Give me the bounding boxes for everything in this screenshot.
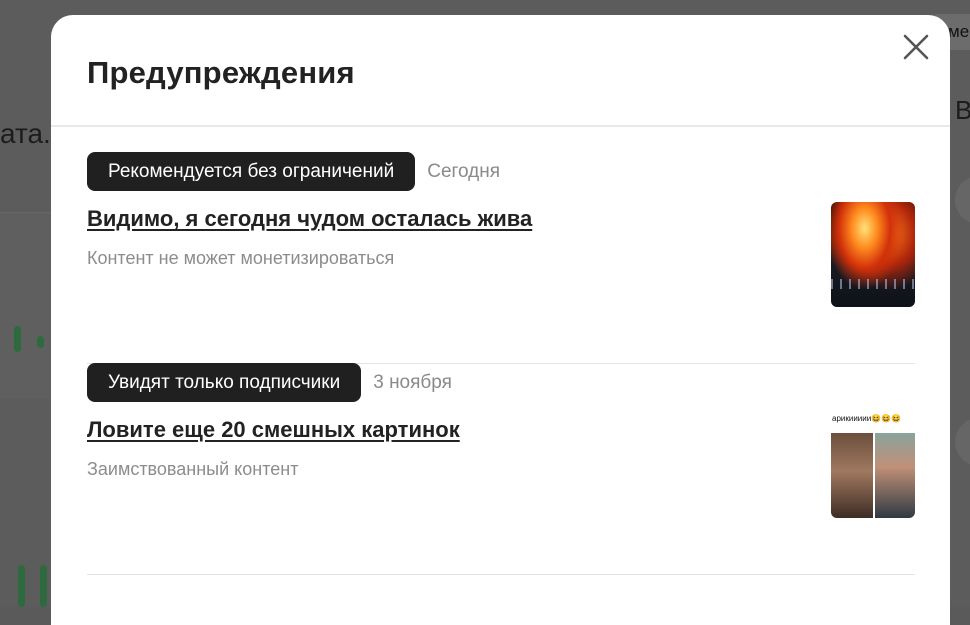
background-chart-panel: [0, 212, 51, 399]
item-divider: [87, 574, 915, 575]
status-badge: Рекомендуется без ограничений: [87, 152, 416, 191]
warnings-modal: Предупреждения Рекомендуется без огранич…: [51, 15, 950, 625]
background-chart-bar: [14, 326, 21, 352]
background-scroll-button: [955, 176, 970, 224]
header-divider: [51, 125, 950, 127]
warning-date: Сегодня: [427, 160, 501, 182]
modal-title: Предупреждения: [87, 55, 355, 90]
background-chart-bar: [40, 565, 47, 607]
close-icon[interactable]: [902, 33, 930, 61]
status-badge: Увидят только подписчики: [87, 363, 362, 402]
article-thumbnail[interactable]: [831, 202, 915, 307]
warning-reason: Контент не может монетизироваться: [87, 248, 395, 268]
warning-item: Рекомендуется без ограничений Сегодня Ви…: [87, 152, 915, 364]
warning-reason: Заимствованный контент: [87, 459, 299, 479]
meme-photo-right: [875, 433, 915, 518]
background-scroll-button: [955, 418, 970, 466]
article-thumbnail[interactable]: арикиииии😆😆😆: [831, 413, 915, 518]
warning-date: 3 ноября: [373, 371, 452, 393]
article-title-link[interactable]: Ловите еще 20 смешных картинок: [87, 417, 915, 443]
warning-item: Увидят только подписчики 3 ноября Ловите…: [87, 363, 915, 575]
meme-photo-left: [831, 433, 873, 518]
background-text-left: ата.: [0, 118, 51, 149]
background-text-right: В: [955, 95, 970, 125]
thumbnail-caption: арикиииии😆😆😆: [832, 414, 902, 423]
article-title-link[interactable]: Видимо, я сегодня чудом осталась жива: [87, 206, 915, 232]
background-chart-bar: [37, 336, 44, 348]
background-chart-bar: [18, 565, 25, 607]
